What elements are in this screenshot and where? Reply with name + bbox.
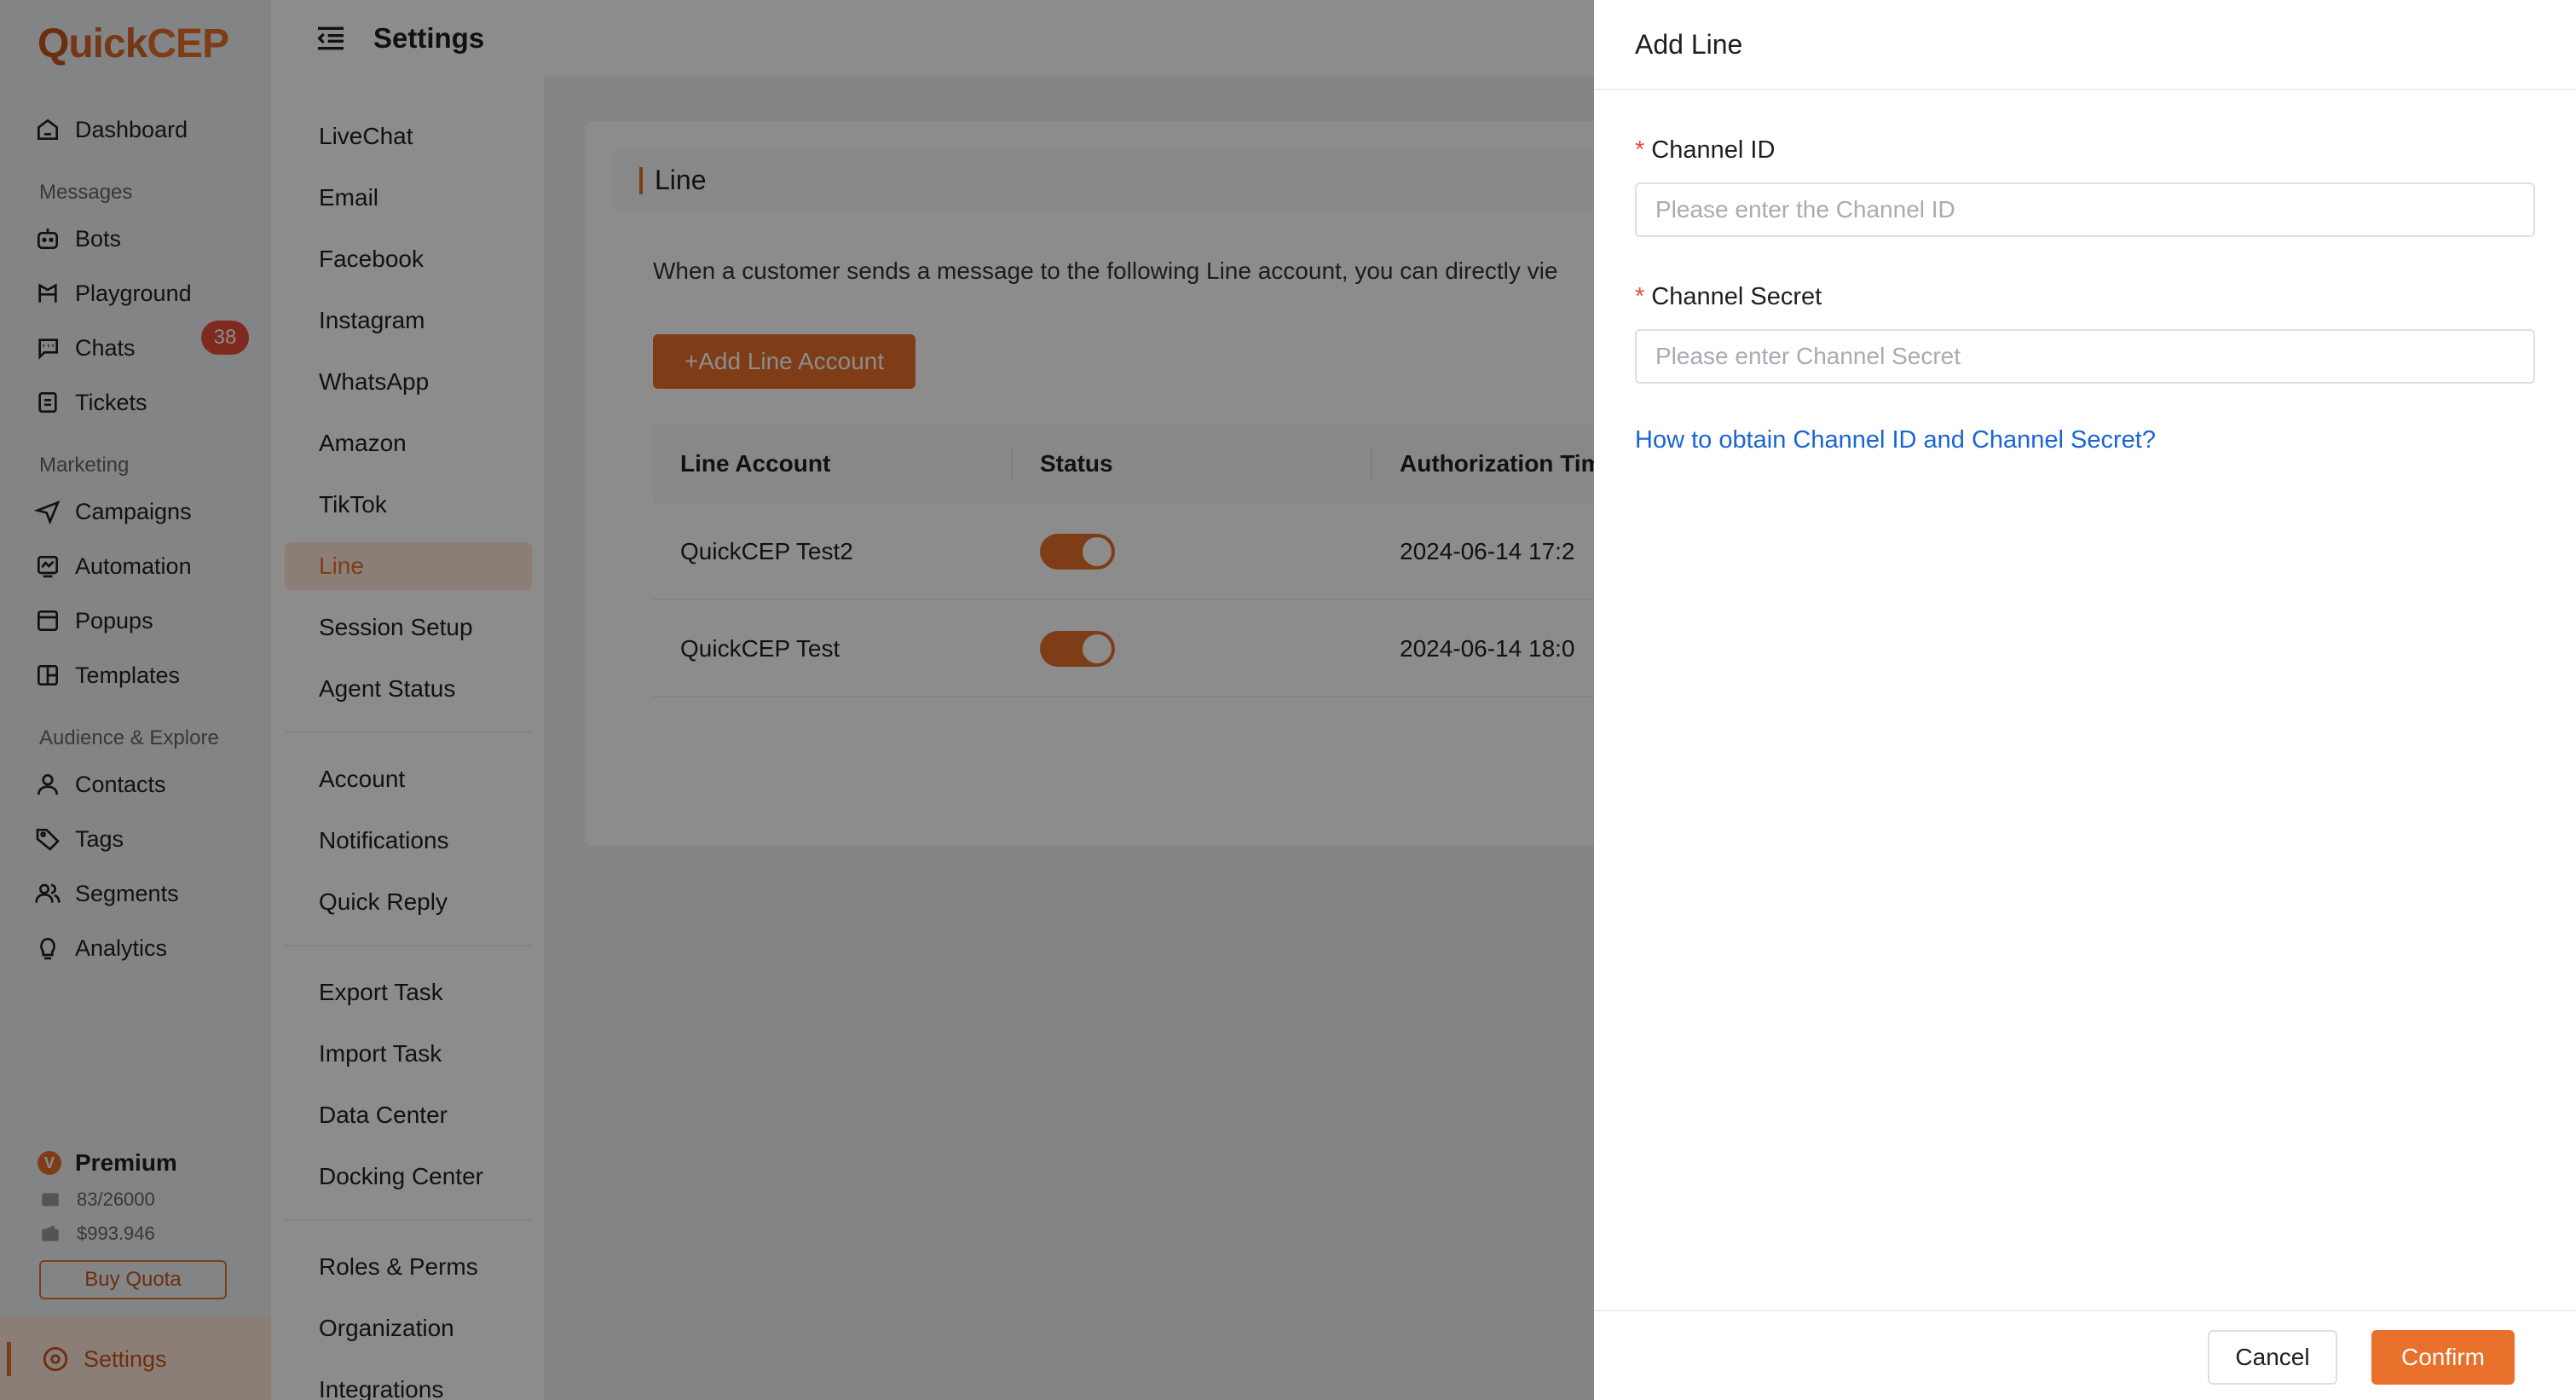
- required-mark: *: [1635, 136, 1645, 164]
- channel-id-label-text: Channel ID: [1651, 136, 1776, 164]
- channel-secret-label-text: Channel Secret: [1651, 283, 1822, 310]
- drawer-backdrop[interactable]: [0, 0, 1594, 1400]
- channel-secret-input[interactable]: [1635, 329, 2535, 384]
- help-link[interactable]: How to obtain Channel ID and Channel Sec…: [1635, 426, 2156, 454]
- channel-id-input[interactable]: [1635, 182, 2535, 237]
- add-line-drawer: Add Line *Channel ID *Channel Secret How…: [1594, 0, 2576, 1400]
- channel-id-label: * Channel ID: [1635, 136, 1775, 165]
- confirm-button[interactable]: Confirm: [2371, 1330, 2515, 1385]
- drawer-footer: Cancel Confirm: [1594, 1310, 2576, 1400]
- drawer-title: Add Line: [1594, 0, 2576, 90]
- required-mark: *: [1635, 283, 1645, 310]
- channel-secret-label: * Channel Secret: [1635, 283, 1822, 311]
- cancel-button[interactable]: Cancel: [2208, 1330, 2337, 1385]
